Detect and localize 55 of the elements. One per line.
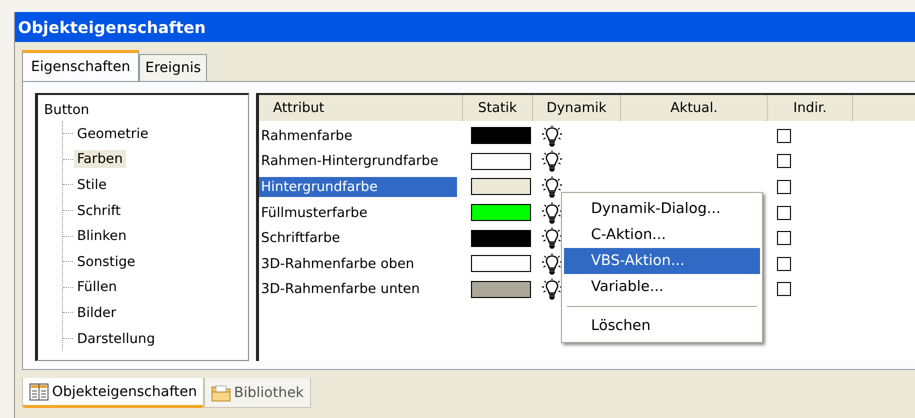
light-bulb-icon[interactable] — [541, 278, 563, 300]
light-bulb-icon[interactable] — [541, 150, 563, 172]
checkbox[interactable] — [777, 206, 791, 220]
columns-icon — [29, 382, 49, 400]
column-header[interactable]: Aktual. — [621, 95, 768, 121]
attribute-name[interactable]: 3D-Rahmenfarbe oben — [259, 254, 457, 274]
tree-item[interactable]: Stile — [74, 176, 110, 194]
tree-item[interactable]: Darstellung — [74, 330, 158, 348]
tree-item[interactable]: Füllen — [74, 278, 120, 296]
light-bulb-icon[interactable] — [541, 202, 563, 224]
light-bulb-icon[interactable] — [541, 252, 563, 275]
checkbox[interactable] — [777, 231, 791, 246]
attribute-name[interactable]: Schriftfarbe — [259, 228, 457, 248]
color-swatch[interactable] — [471, 127, 531, 144]
column-header[interactable]: Statik — [463, 95, 533, 121]
checkbox[interactable] — [777, 256, 791, 271]
color-swatch[interactable] — [471, 204, 531, 222]
tree-item[interactable]: Schrift — [74, 202, 124, 220]
checkbox[interactable] — [777, 180, 791, 194]
window-title: Objekteigenschaften — [18, 18, 206, 36]
tree-item[interactable]: Sonstige — [74, 252, 138, 271]
attribute-name[interactable]: Rahmenfarbe — [259, 126, 457, 146]
column-header[interactable]: Attribut — [259, 95, 463, 121]
checkbox[interactable] — [777, 154, 791, 168]
column-header[interactable]: Indir. — [768, 95, 853, 121]
menu-item[interactable]: Löschen — [564, 313, 760, 339]
color-swatch[interactable] — [471, 255, 531, 272]
light-bulb-icon[interactable] — [541, 227, 563, 250]
attribute-name[interactable]: Füllmusterfarbe — [259, 202, 457, 223]
tree-item[interactable]: Button — [44, 99, 242, 121]
menu-item[interactable]: VBS-Aktion... — [564, 248, 760, 274]
checkbox[interactable] — [777, 282, 791, 296]
light-bulb-icon[interactable] — [541, 124, 563, 147]
color-swatch[interactable] — [471, 230, 531, 247]
tree-item[interactable]: Blinken — [74, 227, 130, 246]
tab[interactable]: Eigenschaften — [22, 50, 140, 81]
attribute-name[interactable]: Rahmen-Hintergrundfarbe — [259, 151, 457, 172]
attribute-name[interactable]: Hintergrundfarbe — [259, 176, 457, 197]
color-swatch[interactable] — [471, 152, 531, 170]
column-header[interactable]: Dynamik — [533, 95, 621, 121]
menu-item[interactable]: C-Aktion... — [564, 222, 760, 248]
tree-item[interactable]: Farben — [74, 150, 126, 168]
color-swatch[interactable] — [471, 280, 531, 298]
menu-item[interactable]: Variable... — [564, 274, 760, 300]
folder-icon — [210, 384, 231, 402]
tab[interactable]: Ereignis — [139, 54, 207, 81]
tab[interactable]: Objekteigenschaften — [22, 378, 204, 408]
checkbox[interactable] — [777, 128, 791, 143]
menu-item[interactable]: Dynamik-Dialog... — [564, 196, 760, 222]
attribute-name[interactable]: 3D-Rahmenfarbe unten — [259, 279, 457, 300]
tree-item[interactable]: Bilder — [74, 304, 120, 322]
color-swatch[interactable] — [471, 178, 531, 196]
tab[interactable]: Bibliothek — [204, 378, 311, 408]
tree-item[interactable]: Geometrie — [74, 124, 152, 143]
light-bulb-icon[interactable] — [541, 176, 563, 198]
